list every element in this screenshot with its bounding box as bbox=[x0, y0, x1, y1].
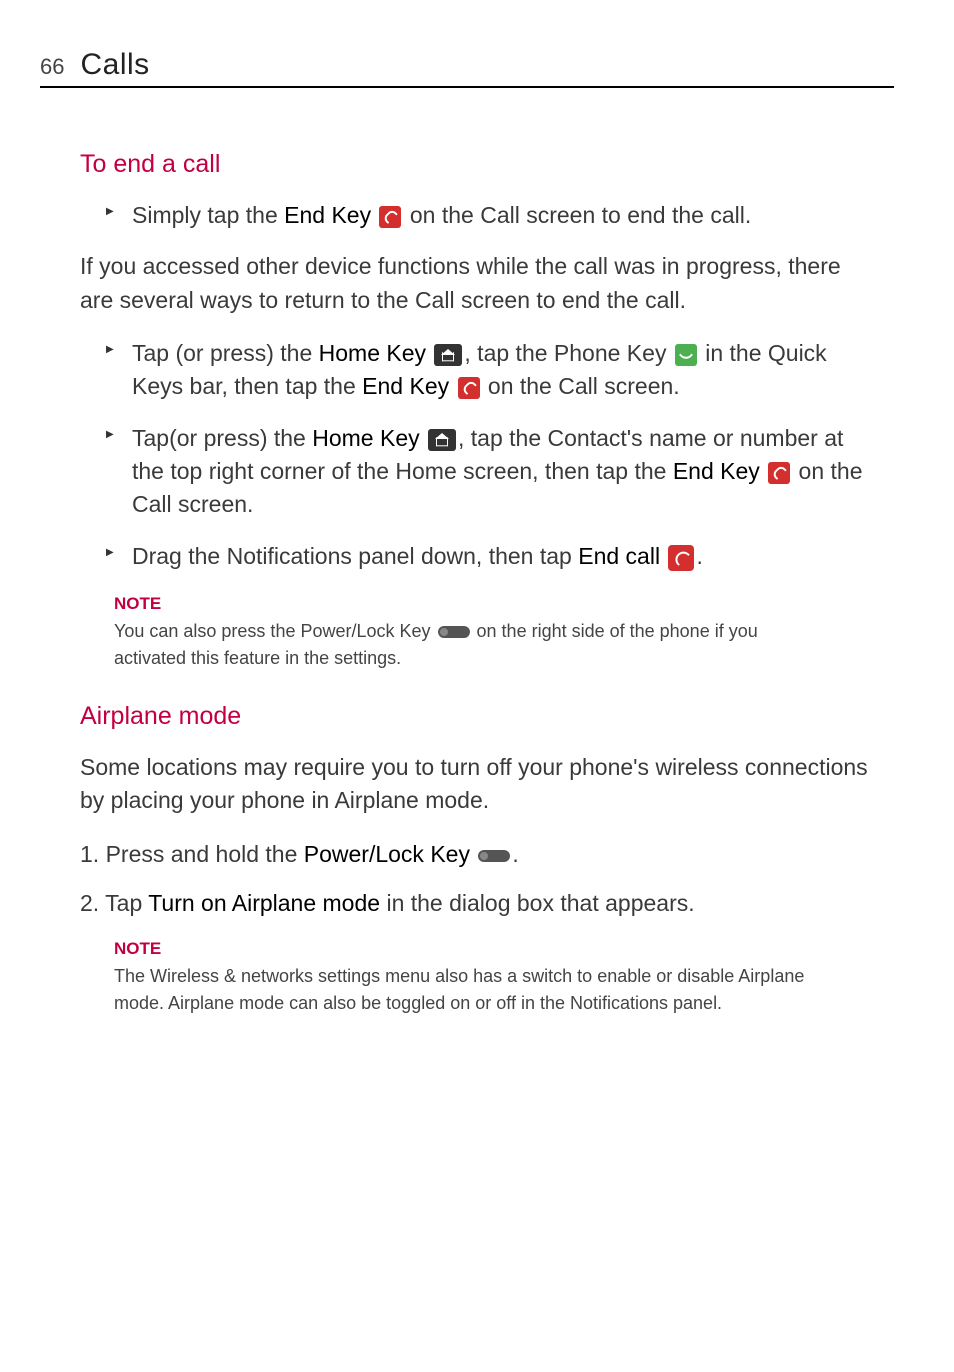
text: Press and hold the bbox=[106, 841, 304, 867]
bold-text: Home Key bbox=[312, 425, 426, 451]
list-item: Drag the Notifications panel down, then … bbox=[114, 540, 874, 573]
list-item: Tap (or press) the Home Key , tap the Ph… bbox=[114, 337, 874, 404]
page-header: 66 Calls bbox=[40, 48, 894, 88]
text: on the Call screen to end the call. bbox=[403, 202, 751, 228]
list-item: Tap(or press) the Home Key , tap the Con… bbox=[114, 422, 874, 522]
home-key-icon bbox=[428, 429, 456, 451]
page-number: 66 bbox=[40, 54, 64, 80]
bullet-list: Simply tap the End Key on the Call scree… bbox=[80, 199, 874, 232]
text: , tap the Phone Key bbox=[464, 340, 672, 366]
text: in the dialog box that appears. bbox=[380, 890, 695, 916]
step-1: 1. Press and hold the Power/Lock Key . bbox=[80, 838, 874, 871]
text: Simply tap the bbox=[132, 202, 284, 228]
bold-text: End call bbox=[578, 543, 666, 569]
note-label: NOTE bbox=[114, 936, 170, 962]
home-key-icon bbox=[434, 344, 462, 366]
bold-text: End Key bbox=[673, 458, 766, 484]
step-number: 2. bbox=[80, 890, 105, 916]
power-lock-key-icon bbox=[438, 626, 470, 638]
step-number: 1. bbox=[80, 841, 106, 867]
end-key-icon bbox=[768, 462, 790, 484]
text: on the Call screen. bbox=[482, 373, 680, 399]
page-content: To end a call Simply tap the End Key on … bbox=[40, 150, 894, 1017]
section-heading-airplane-mode: Airplane mode bbox=[80, 702, 874, 731]
note-text: The Wireless & networks settings menu al… bbox=[114, 963, 814, 1017]
text: . bbox=[696, 543, 702, 569]
text: . bbox=[512, 841, 518, 867]
bullet-list: Tap (or press) the Home Key , tap the Ph… bbox=[80, 337, 874, 573]
note-block: NOTE The Wireless & networks settings me… bbox=[80, 936, 874, 1017]
text: You can also press the Power/Lock Key bbox=[114, 621, 436, 641]
bold-text: End Key bbox=[362, 373, 455, 399]
end-key-icon bbox=[379, 206, 401, 228]
phone-key-icon bbox=[675, 344, 697, 366]
text: Tap bbox=[105, 890, 148, 916]
end-call-icon bbox=[668, 545, 694, 571]
bold-text: Home Key bbox=[319, 340, 433, 366]
bold-text: Power/Lock Key bbox=[304, 841, 477, 867]
paragraph: Some locations may require you to turn o… bbox=[80, 751, 874, 818]
paragraph: If you accessed other device functions w… bbox=[80, 250, 874, 317]
bold-text: Turn on Airplane mode bbox=[148, 890, 380, 916]
section-heading-end-call: To end a call bbox=[80, 150, 874, 179]
bold-text: End Key bbox=[284, 202, 377, 228]
chapter-title: Calls bbox=[80, 48, 149, 82]
end-key-icon bbox=[458, 377, 480, 399]
step-2: 2. Tap Turn on Airplane mode in the dial… bbox=[80, 887, 874, 920]
power-lock-key-icon bbox=[478, 850, 510, 862]
note-block: NOTE You can also press the Power/Lock K… bbox=[80, 591, 874, 672]
text: Tap (or press) the bbox=[132, 340, 319, 366]
text: Drag the Notifications panel down, then … bbox=[132, 543, 578, 569]
note-text: You can also press the Power/Lock Key on… bbox=[114, 618, 814, 672]
text: Tap(or press) the bbox=[132, 425, 312, 451]
note-label: NOTE bbox=[114, 591, 170, 617]
list-item: Simply tap the End Key on the Call scree… bbox=[114, 199, 874, 232]
